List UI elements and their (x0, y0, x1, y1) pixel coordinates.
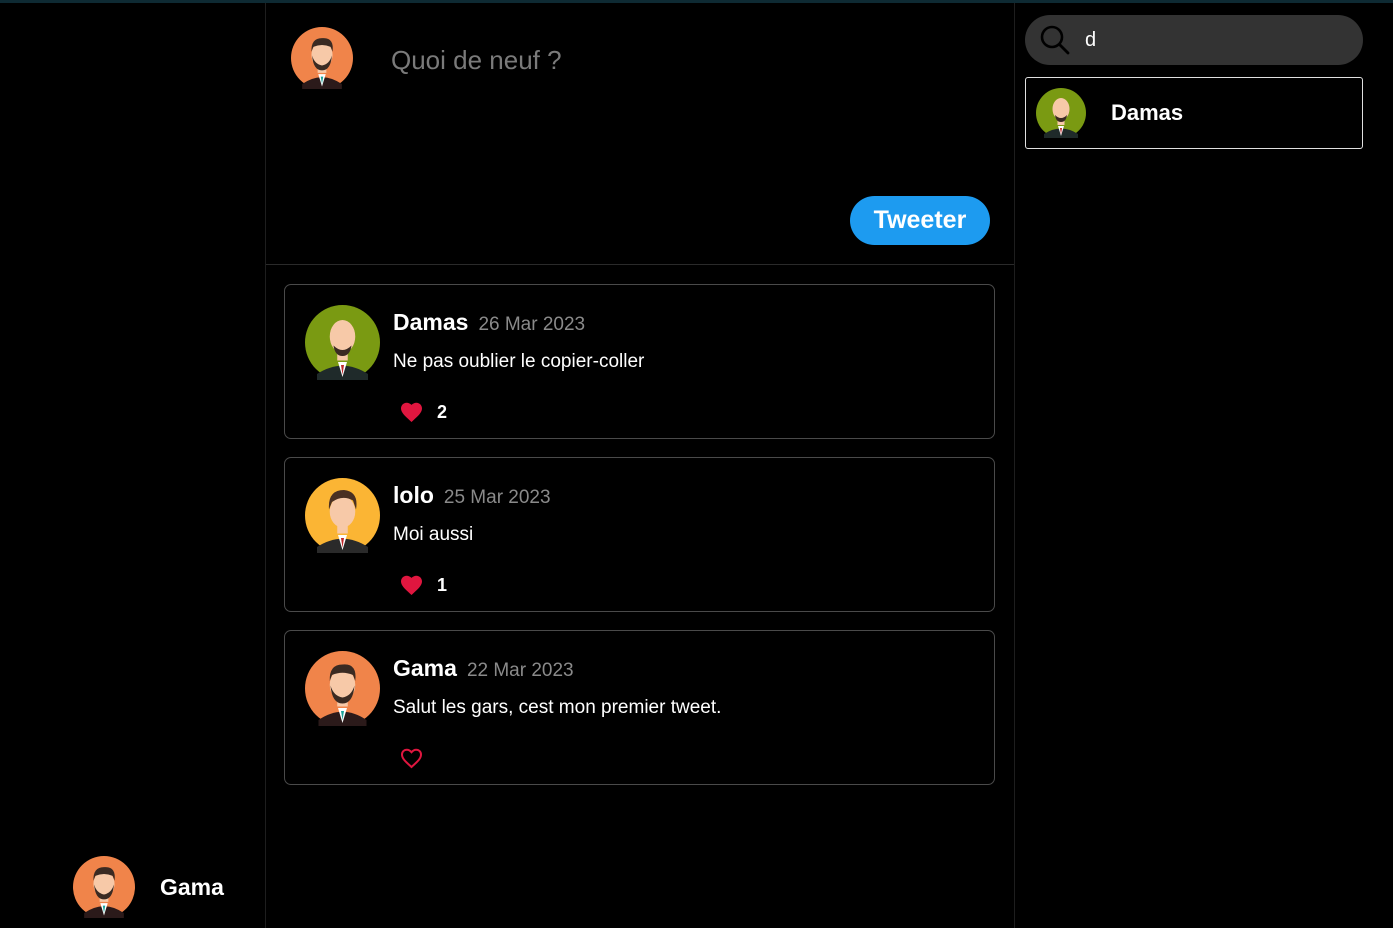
main-column: Quoi de neuf ? Tweeter Damas 26 Mar 2023… (265, 3, 1015, 928)
tweet-date: 26 Mar 2023 (478, 314, 586, 335)
tweet-date: 22 Mar 2023 (466, 660, 574, 681)
tweet-author[interactable]: Damas (393, 309, 468, 336)
search-result-item[interactable]: Damas (1025, 77, 1363, 149)
avatar-orange-beard-icon (305, 651, 380, 726)
avatar-yellow-hair-icon (305, 478, 380, 553)
like-control[interactable]: 1 (399, 574, 447, 596)
like-count: 1 (437, 574, 448, 595)
search-input[interactable] (1085, 28, 1345, 52)
tweet-date: 25 Mar 2023 (443, 487, 551, 508)
current-user-name: Gama (160, 873, 224, 900)
avatar-orange-beard-icon (73, 856, 135, 918)
heart-filled-icon[interactable] (399, 574, 424, 596)
tweet-card[interactable]: Gama 22 Mar 2023 Salut les gars, cest mo… (284, 630, 995, 785)
right-column: Damas (1016, 3, 1393, 928)
current-user[interactable]: Gama (73, 856, 224, 918)
avatar-green-bald-icon (305, 305, 380, 380)
left-sidebar: Gama (0, 3, 265, 928)
avatar-orange-beard-icon (291, 27, 353, 89)
tweet-author[interactable]: lolo (393, 482, 434, 509)
tweet-text: Moi aussi (393, 524, 474, 545)
search-bar[interactable] (1025, 15, 1363, 65)
heart-filled-icon[interactable] (399, 401, 424, 423)
tweet-button[interactable]: Tweeter (850, 196, 990, 245)
tweet-composer: Quoi de neuf ? Tweeter (266, 3, 1014, 265)
like-control[interactable] (399, 747, 437, 769)
compose-input[interactable]: Quoi de neuf ? (391, 45, 562, 76)
search-icon (1040, 25, 1070, 55)
tweet-text: Salut les gars, cest mon premier tweet. (393, 697, 722, 718)
search-result-name: Damas (1111, 100, 1184, 125)
tweet-text: Ne pas oublier le copier-coller (393, 351, 645, 372)
tweet-author[interactable]: Gama (393, 655, 457, 682)
avatar-green-bald-icon (1036, 88, 1086, 138)
tweet-card[interactable]: lolo 25 Mar 2023 Moi aussi 1 (284, 457, 995, 612)
heart-outline-icon[interactable] (399, 747, 424, 769)
like-control[interactable]: 2 (399, 401, 447, 423)
tweet-feed: Damas 26 Mar 2023 Ne pas oublier le copi… (284, 284, 995, 803)
like-count: 2 (437, 401, 448, 422)
tweet-card[interactable]: Damas 26 Mar 2023 Ne pas oublier le copi… (284, 284, 995, 439)
